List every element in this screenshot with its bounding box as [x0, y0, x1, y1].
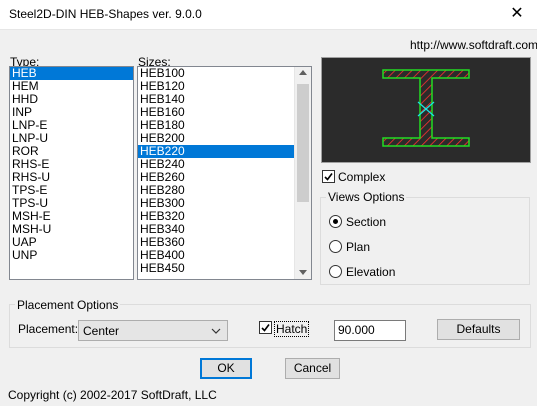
hatch-checkbox[interactable] [259, 321, 272, 334]
type-list: HEB HEM HHD INP LNP-E LNP-U ROR RHS-E RHS-U TPS-E… [10, 67, 133, 262]
type-listbox[interactable]: HEB HEM HHD INP LNP-E LNP-U ROR RHS-E RHS-U TPS-E… [9, 66, 134, 280]
angle-input[interactable]: 90.000 [334, 320, 406, 341]
complex-checkbox[interactable] [322, 170, 335, 183]
complex-label: Complex [338, 170, 386, 184]
sizes-scrollbar[interactable] [294, 67, 311, 279]
hatch-label: Hatch [274, 321, 310, 337]
scroll-thumb[interactable] [297, 84, 309, 202]
placement-label: Placement: [18, 322, 79, 336]
radio-selected-dot [333, 219, 338, 224]
sizes-list: HEB100 HEB120 HEB140 HEB160 HEB180 HEB200 HEB2… [138, 67, 295, 275]
plan-radio[interactable] [329, 240, 342, 253]
heb-section-drawing [382, 69, 470, 147]
check-icon [261, 324, 270, 332]
elevation-radio[interactable] [329, 265, 342, 278]
sizes-listbox[interactable]: HEB100 HEB120 HEB140 HEB160 HEB180 HEB200 HEB2… [137, 66, 312, 280]
size-list-item[interactable]: HEB450 [138, 262, 295, 275]
defaults-button[interactable]: Defaults [437, 319, 520, 340]
scroll-up-icon[interactable] [299, 70, 307, 75]
title-bar: Steel2D-DIN HEB-Shapes ver. 9.0.0 ✕ [0, 0, 537, 30]
section-radio[interactable] [329, 215, 342, 228]
shape-preview [321, 57, 531, 163]
section-option-label: Section [346, 215, 387, 229]
scroll-down-icon[interactable] [299, 270, 307, 275]
ok-button[interactable]: OK [200, 358, 252, 379]
website-link[interactable]: http://www.softdraft.com [410, 38, 537, 52]
copyright-text: Copyright (c) 2002-2017 SoftDraft, LLC [8, 388, 217, 402]
chevron-down-icon [211, 328, 221, 334]
close-icon[interactable]: ✕ [505, 3, 529, 25]
views-options-label: Views Options [326, 190, 407, 204]
check-icon [324, 173, 333, 181]
window-title: Steel2D-DIN HEB-Shapes ver. 9.0.0 [9, 7, 202, 21]
plan-option-label: Plan [346, 240, 371, 254]
placement-value: Center [83, 324, 120, 338]
elevation-option-label: Elevation [346, 265, 396, 279]
cancel-button[interactable]: Cancel [285, 358, 340, 379]
i-beam-outline [382, 69, 470, 147]
type-list-item[interactable]: UNP [10, 249, 133, 262]
placement-dropdown[interactable]: Center [78, 320, 228, 341]
placement-options-label: Placement Options [15, 298, 121, 312]
